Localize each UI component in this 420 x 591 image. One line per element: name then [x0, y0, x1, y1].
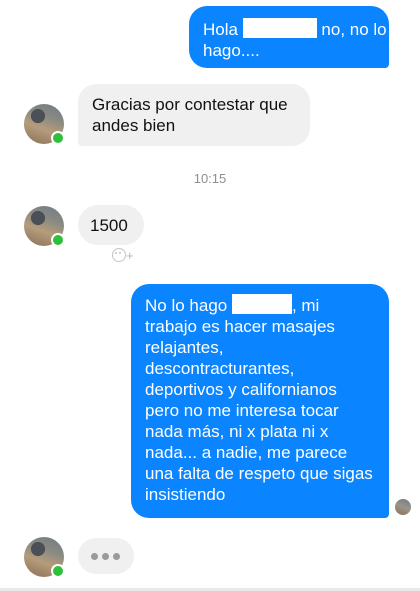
online-status-icon: [51, 564, 65, 578]
contact-avatar[interactable]: [24, 537, 65, 578]
typing-dot: [91, 553, 98, 560]
typing-indicator: [78, 538, 134, 574]
typing-dot: [113, 553, 120, 560]
message-text: Hola: [203, 20, 243, 39]
online-status-icon: [51, 233, 65, 247]
incoming-message-bubble[interactable]: 1500: [78, 205, 144, 245]
typing-dot: [102, 553, 109, 560]
contact-avatar[interactable]: [24, 206, 65, 247]
message-text: trabajo es hacer masajes relajantes, des…: [145, 317, 373, 504]
message-text-line: Hola no, no lo: [203, 18, 387, 40]
contact-avatar[interactable]: [24, 104, 65, 145]
redacted-name: [242, 18, 317, 38]
chat-thread: Hola no, no lo hago.... Gracias por cont…: [0, 0, 420, 591]
message-timestamp: 10:15: [193, 171, 227, 186]
add-reaction-button[interactable]: +: [112, 246, 140, 266]
message-text: no, no lo: [316, 20, 387, 39]
message-text: 1500: [90, 216, 128, 235]
online-status-icon: [51, 131, 65, 145]
message-text: , mi: [291, 296, 320, 315]
incoming-message-bubble[interactable]: Gracias por contestar que andes bien: [78, 84, 310, 146]
redacted-name: [231, 294, 292, 314]
outgoing-message-bubble[interactable]: No lo hago , mi trabajo es hacer masajes…: [131, 284, 389, 518]
smiley-add-icon: [112, 248, 126, 262]
message-text: No lo hago: [145, 296, 232, 315]
reaction-plus: +: [126, 248, 134, 263]
message-text-line: hago....: [203, 41, 260, 60]
read-receipt-avatar: [395, 499, 411, 515]
outgoing-message-bubble[interactable]: Hola no, no lo hago....: [189, 6, 389, 68]
message-text: Gracias por contestar que andes bien: [92, 95, 288, 135]
